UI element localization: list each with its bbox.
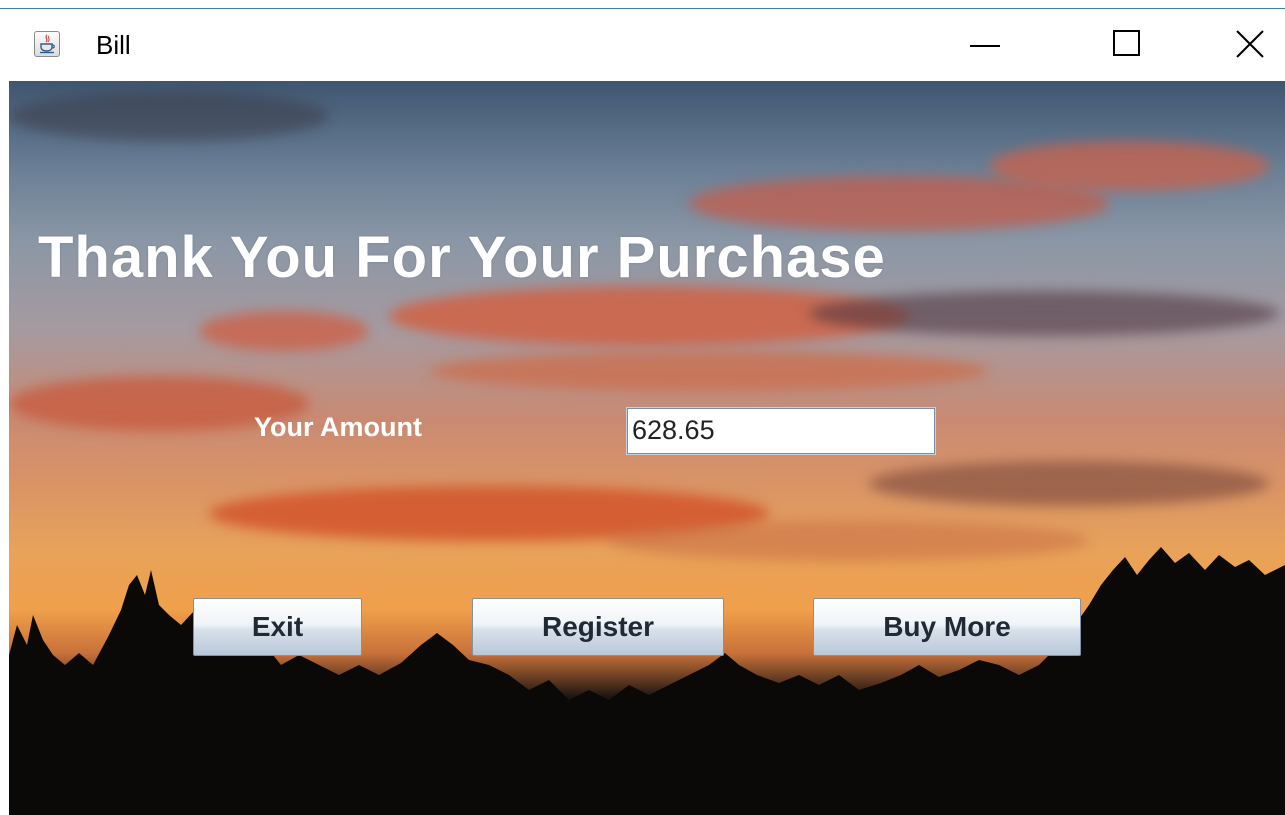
amount-field[interactable]: 628.65 [626, 407, 936, 455]
cloud-shape [429, 351, 989, 391]
amount-label: Your Amount [254, 412, 422, 442]
cloud-shape [989, 141, 1269, 191]
cloud-shape [869, 461, 1269, 506]
minimize-icon [970, 45, 1000, 47]
sunset-background-panel: Thank You For Your Purchase Your Amount … [9, 81, 1285, 815]
close-button[interactable] [1215, 9, 1285, 81]
tree-silhouette [9, 547, 1285, 815]
maximize-icon [1113, 30, 1140, 56]
cloud-shape [809, 291, 1279, 336]
exit-button[interactable]: Exit [193, 598, 362, 656]
bill-window: Bill Thank You For Your Purchase Your Am… [0, 0, 1285, 815]
window-title: Bill [96, 30, 131, 60]
title-bar[interactable]: Bill [0, 9, 1285, 81]
register-button[interactable]: Register [472, 598, 724, 656]
maximize-button[interactable] [1092, 9, 1162, 81]
buy-more-button[interactable]: Buy More [813, 598, 1081, 656]
minimize-button[interactable] [950, 9, 1020, 81]
cloud-shape [9, 91, 329, 141]
close-icon [1236, 30, 1264, 58]
java-cup-icon[interactable] [34, 31, 60, 57]
thank-you-heading: Thank You For Your Purchase [38, 225, 886, 290]
cloud-shape [199, 311, 369, 351]
